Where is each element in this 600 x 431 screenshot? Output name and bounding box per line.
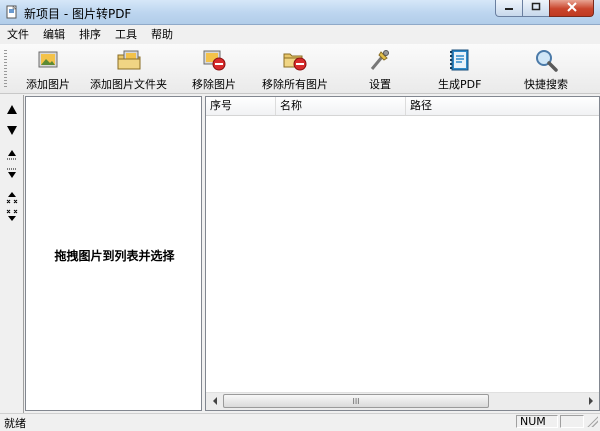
toolbar-grip[interactable] (4, 50, 7, 88)
column-header-path[interactable]: 路径 (406, 97, 599, 115)
image-preview-panel[interactable]: 拖拽图片到列表并选择 (25, 96, 202, 411)
menu-edit[interactable]: 编辑 (36, 25, 72, 44)
move-up-button[interactable] (2, 100, 22, 120)
scroll-right-button[interactable] (582, 393, 599, 410)
toolbar: 添加图片 添加图片文件夹 移除图片 移除所有图片 设置 生成PDF 快捷搜索 (0, 44, 600, 94)
add-folder-button[interactable]: 添加图片文件夹 (90, 48, 167, 92)
chevron-right-icon (588, 396, 594, 407)
minimize-button[interactable] (495, 0, 522, 17)
remove-all-button[interactable]: 移除所有图片 (262, 48, 328, 92)
resize-grip[interactable] (587, 416, 598, 427)
close-icon (566, 1, 577, 15)
status-bar: 就绪 NUM (0, 413, 600, 430)
close-button[interactable] (549, 0, 594, 17)
sort-ascending-icon (6, 192, 18, 204)
magnifier-icon (536, 50, 558, 72)
add-image-icon (38, 51, 58, 68)
menu-help[interactable]: 帮助 (144, 25, 180, 44)
title-bar: 新项目 - 图片转PDF (0, 0, 600, 25)
settings-button[interactable]: 设置 (367, 48, 393, 92)
arrow-down-icon (7, 126, 17, 135)
menu-file[interactable]: 文件 (0, 25, 36, 44)
add-image-button[interactable]: 添加图片 (26, 48, 70, 92)
chevron-left-icon (212, 396, 218, 407)
status-text: 就绪 (4, 417, 26, 430)
remove-image-button[interactable]: 移除图片 (192, 48, 236, 92)
maximize-icon (531, 2, 541, 15)
move-down-button[interactable] (2, 120, 22, 140)
sort-descending-icon (6, 209, 18, 221)
horizontal-scrollbar[interactable]: III (206, 392, 599, 410)
menu-tools[interactable]: 工具 (108, 25, 144, 44)
move-to-bottom-icon (7, 168, 17, 178)
app-icon[interactable] (5, 5, 19, 19)
quick-search-button[interactable]: 快捷搜索 (524, 48, 568, 92)
sort-descending-button[interactable] (2, 206, 22, 226)
remove-image-icon (203, 50, 226, 71)
window-controls (495, 0, 594, 18)
order-toolbar (0, 95, 24, 413)
scroll-left-button[interactable] (206, 393, 223, 410)
menu-bar: 文件 编辑 排序 工具 帮助 (0, 25, 600, 44)
column-header-index[interactable]: 序号 (206, 97, 276, 115)
scroll-thumb-grip: III (352, 396, 360, 406)
settings-icon (370, 50, 389, 70)
menu-sort[interactable]: 排序 (72, 25, 108, 44)
list-header: 序号 名称 路径 (206, 97, 599, 116)
move-bottom-button[interactable] (2, 163, 22, 183)
pdf-book-icon (449, 49, 469, 71)
drag-hint-text: 拖拽图片到列表并选择 (54, 249, 175, 263)
generate-pdf-button[interactable]: 生成PDF (438, 48, 481, 92)
image-list[interactable]: 序号 名称 路径 III (205, 96, 600, 411)
remove-all-icon (283, 53, 307, 71)
add-folder-icon (117, 50, 140, 70)
window-title: 新项目 - 图片转PDF (24, 7, 132, 21)
move-to-top-icon (7, 150, 17, 160)
sort-ascending-button[interactable] (2, 188, 22, 208)
arrow-up-icon (7, 105, 17, 114)
move-top-button[interactable] (2, 145, 22, 165)
minimize-icon (504, 2, 514, 15)
num-lock-indicator: NUM (516, 415, 558, 428)
maximize-button[interactable] (522, 0, 549, 17)
scroll-thumb[interactable]: III (223, 394, 489, 408)
status-pane-empty (560, 415, 584, 428)
column-header-name[interactable]: 名称 (276, 97, 406, 115)
